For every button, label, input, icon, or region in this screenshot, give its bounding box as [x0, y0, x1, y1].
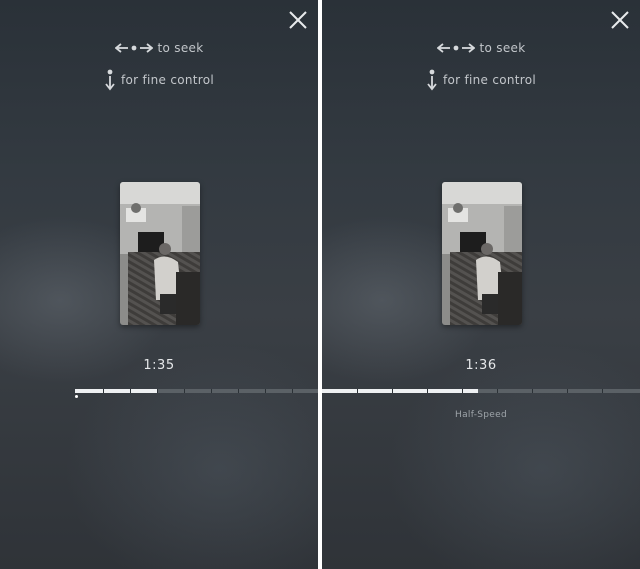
progress-tick — [392, 389, 393, 393]
progress-tick — [238, 389, 239, 393]
arrows-left-right-icon — [436, 43, 475, 53]
progress-fill — [75, 389, 158, 393]
scrubber-panel-left: to seek for fine control 1:35 — [0, 0, 318, 569]
progress-tick — [292, 389, 293, 393]
progress-tick — [532, 389, 533, 393]
close-icon — [611, 11, 629, 29]
seek-hint-label: to seek — [479, 41, 526, 55]
video-frame-image — [442, 182, 522, 325]
arrows-left-right-icon — [114, 43, 153, 53]
progress-fill — [322, 389, 478, 393]
playback-mode-label: Half-Speed — [455, 410, 507, 420]
progress-tick — [567, 389, 568, 393]
progress-tick — [130, 389, 131, 393]
current-time: 1:36 — [465, 358, 497, 373]
progress-tick — [103, 389, 104, 393]
current-time: 1:35 — [143, 358, 175, 373]
progress-tick — [184, 389, 185, 393]
fine-control-hint: for fine control — [322, 69, 640, 91]
progress-tick — [157, 389, 158, 393]
seek-hint: to seek — [0, 38, 318, 58]
close-icon — [289, 11, 307, 29]
seek-hint: to seek — [322, 38, 640, 58]
progress-tick — [497, 389, 498, 393]
progress-tick — [462, 389, 463, 393]
progress-tick — [427, 389, 428, 393]
progress-scrubber[interactable] — [322, 386, 640, 396]
progress-scrubber[interactable] — [75, 386, 318, 398]
video-thumbnail[interactable] — [442, 182, 522, 325]
progress-tick — [602, 389, 603, 393]
arrow-down-icon — [427, 69, 437, 91]
progress-tick — [357, 389, 358, 393]
progress-tick — [265, 389, 266, 393]
close-button[interactable] — [287, 9, 309, 31]
arrow-down-icon — [105, 69, 115, 91]
video-frame-image — [120, 182, 200, 325]
fine-control-label: for fine control — [120, 73, 215, 87]
seek-hint-label: to seek — [157, 41, 204, 55]
fine-control-label: for fine control — [442, 73, 537, 87]
fine-control-hint: for fine control — [0, 69, 318, 91]
scrubber-handle[interactable] — [75, 395, 78, 398]
progress-tick — [211, 389, 212, 393]
close-button[interactable] — [609, 9, 631, 31]
video-thumbnail[interactable] — [120, 182, 200, 325]
scrubber-panel-right: to seek for fine control 1:36 Half-Speed — [322, 0, 640, 569]
